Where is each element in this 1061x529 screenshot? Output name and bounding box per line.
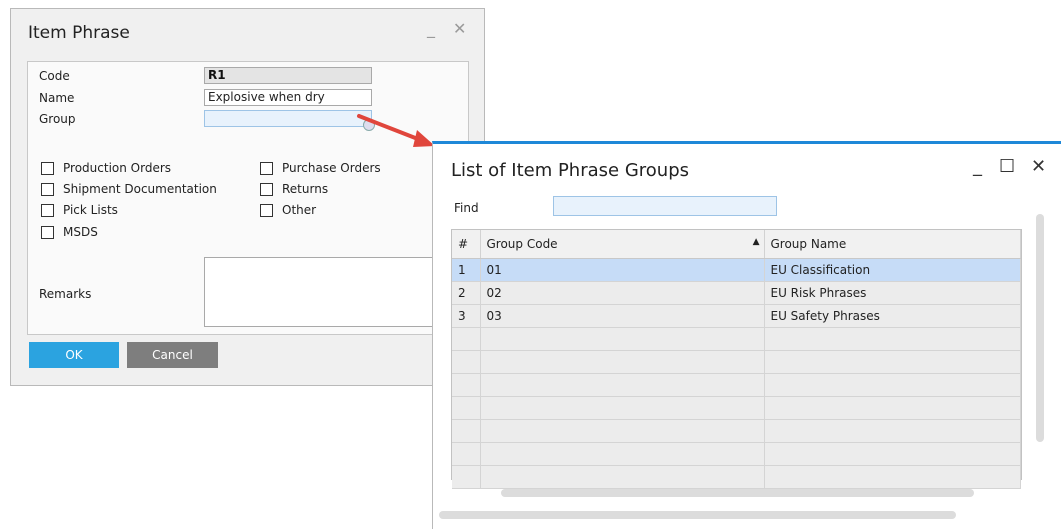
group-field[interactable]: [204, 110, 372, 127]
remarks-label: Remarks: [39, 287, 92, 301]
checkbox-box[interactable]: [41, 161, 54, 175]
sort-ascending-icon: ▲: [752, 237, 760, 247]
checkbox-returns[interactable]: Returns: [260, 182, 328, 196]
group-list-title: List of Item Phrase Groups: [451, 160, 689, 181]
column-header-index[interactable]: #: [452, 230, 481, 259]
empty-row: [452, 327, 1021, 351]
close-button[interactable]: ✕: [453, 19, 466, 38]
cell-group-name[interactable]: EU Classification: [764, 258, 1021, 282]
empty-row: [452, 350, 1021, 374]
empty-row: [452, 396, 1021, 420]
group-list-window: List of Item Phrase Groups _ ☐ ✕ Find # …: [432, 141, 1061, 529]
code-label: Code: [39, 69, 70, 83]
ok-button[interactable]: OK: [29, 342, 119, 368]
cell-group-name[interactable]: EU Safety Phrases: [764, 304, 1021, 328]
checkbox-box[interactable]: [260, 161, 273, 175]
checkbox-purchase-orders[interactable]: Purchase Orders: [260, 161, 381, 175]
maximize-button[interactable]: ☐: [999, 156, 1015, 177]
item-phrase-window: Item Phrase _ ✕ Code R1 Name Explosive w…: [10, 8, 485, 386]
column-header-label: Group Code: [486, 237, 558, 251]
checkbox-production-orders[interactable]: Production Orders: [41, 161, 171, 175]
column-header-group-name[interactable]: Group Name: [764, 230, 1021, 259]
column-header-group-code[interactable]: Group Code ▲: [480, 230, 765, 259]
table-row[interactable]: 1 01 EU Classification: [452, 258, 1021, 282]
row-number: 2: [452, 281, 481, 305]
checkbox-label: Pick Lists: [63, 203, 118, 217]
checkbox-label: Production Orders: [63, 161, 172, 175]
checkbox-label: MSDS: [63, 225, 98, 239]
close-button[interactable]: ✕: [1031, 156, 1046, 177]
empty-row: [452, 419, 1021, 443]
checkbox-box[interactable]: [260, 182, 273, 196]
table-row[interactable]: 2 02 EU Risk Phrases: [452, 281, 1021, 305]
row-number: 3: [452, 304, 481, 328]
cell-group-code[interactable]: 01: [480, 258, 765, 282]
remarks-textarea[interactable]: [204, 257, 444, 327]
find-label: Find: [454, 201, 479, 215]
cell-group-name[interactable]: EU Risk Phrases: [764, 281, 1021, 305]
checkbox-label: Other: [282, 203, 317, 217]
checkbox-box[interactable]: [41, 182, 54, 196]
minimize-button[interactable]: _: [973, 156, 982, 177]
name-label: Name: [39, 91, 75, 105]
checkbox-box[interactable]: [41, 203, 54, 217]
find-input[interactable]: [553, 196, 777, 216]
checkbox-other[interactable]: Other: [260, 203, 316, 217]
checkbox-box[interactable]: [260, 203, 273, 217]
empty-row: [452, 373, 1021, 397]
name-field[interactable]: Explosive when dry: [204, 89, 372, 106]
item-phrase-title: Item Phrase: [28, 23, 130, 43]
group-label: Group: [39, 112, 76, 126]
cell-group-code[interactable]: 03: [480, 304, 765, 328]
checkbox-shipment-documentation[interactable]: Shipment Documentation: [41, 182, 217, 196]
horizontal-scrollbar[interactable]: [501, 489, 974, 497]
vertical-scrollbar[interactable]: [1036, 214, 1044, 442]
table-row[interactable]: 3 03 EU Safety Phrases: [452, 304, 1021, 328]
empty-row: [452, 442, 1021, 466]
minimize-button[interactable]: _: [427, 19, 435, 38]
checkbox-pick-lists[interactable]: Pick Lists: [41, 203, 118, 217]
groups-grid: # Group Code ▲ Group Name 1 01 EU Classi…: [451, 229, 1022, 489]
code-field[interactable]: R1: [204, 67, 372, 84]
checkbox-label: Returns: [282, 182, 329, 196]
cell-group-code[interactable]: 02: [480, 281, 765, 305]
window-horizontal-scrollbar[interactable]: [439, 511, 956, 519]
checkbox-msds[interactable]: MSDS: [41, 225, 98, 239]
checkbox-label: Shipment Documentation: [63, 182, 217, 196]
cancel-button[interactable]: Cancel: [127, 342, 218, 368]
checkbox-box[interactable]: [41, 225, 54, 239]
empty-row: [452, 465, 1021, 489]
row-number: 1: [452, 258, 481, 282]
checkbox-label: Purchase Orders: [282, 161, 381, 175]
